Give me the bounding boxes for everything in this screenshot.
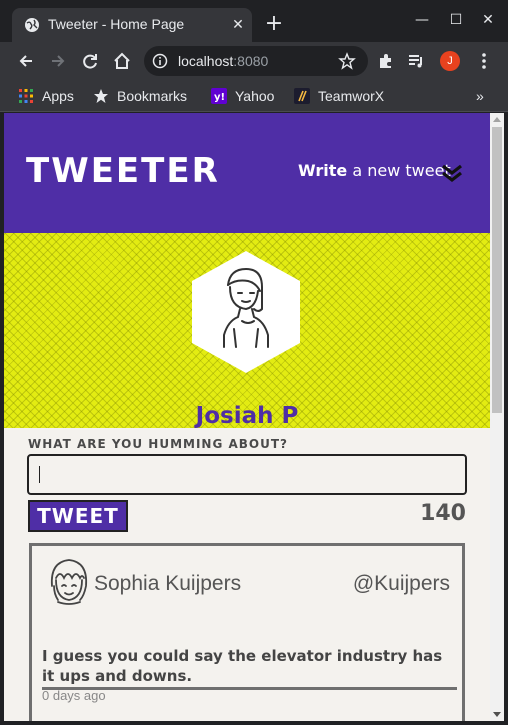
reload-icon[interactable]: [80, 51, 100, 71]
bookmark-star-icon[interactable]: [338, 52, 356, 70]
double-chevron-down-icon[interactable]: [440, 161, 464, 185]
tweeter-logo[interactable]: TWEETER: [26, 151, 220, 191]
scrollbar-thumb[interactable]: [492, 127, 502, 413]
back-arrow-icon[interactable]: [16, 51, 36, 71]
kebab-menu-icon[interactable]: [474, 51, 494, 71]
tweet-submit-button[interactable]: TWEET: [28, 500, 128, 532]
write-new-tweet-link[interactable]: Write a new tweet: [298, 161, 451, 180]
home-icon[interactable]: [112, 51, 132, 71]
browser-toolbar: localhost:8080 J: [0, 42, 508, 80]
site-header: TWEETER Write a new tweet: [4, 113, 490, 233]
profile-name: Josiah P: [195, 403, 299, 429]
tweet-timestamp: 0 days ago: [42, 688, 106, 703]
tab-strip: Tweeter - Home Page ✕ + — ☐ ✕: [0, 0, 508, 42]
forward-arrow-icon[interactable]: [48, 51, 68, 71]
bookmark-yahoo[interactable]: y! Yahoo: [211, 86, 274, 106]
profile-avatar-hexagon: [192, 251, 300, 373]
close-window-icon[interactable]: ✕: [478, 10, 498, 30]
text-caret: [39, 466, 40, 483]
close-tab-icon[interactable]: ✕: [230, 17, 246, 33]
minimize-icon[interactable]: —: [412, 10, 432, 30]
tweet-compose-input[interactable]: [27, 454, 467, 495]
bookmark-teamworx[interactable]: TeamworX: [294, 86, 384, 106]
scroll-up-arrow-icon[interactable]: [493, 117, 501, 122]
teamworx-icon: [294, 88, 310, 104]
media-queue-icon[interactable]: [406, 51, 426, 71]
profile-avatar[interactable]: J: [440, 51, 460, 71]
globe-icon: [25, 18, 39, 32]
new-tab-icon[interactable]: +: [264, 13, 284, 35]
profile-banner: Josiah P: [4, 233, 490, 429]
url-text: localhost:8080: [178, 53, 269, 69]
yahoo-icon: y!: [211, 88, 227, 104]
site-info-icon[interactable]: [152, 53, 168, 69]
bookmark-bookmarks[interactable]: Bookmarks: [93, 86, 187, 106]
tab-title: Tweeter - Home Page: [48, 16, 185, 32]
browser-window: Tweeter - Home Page ✕ + — ☐ ✕ localhost:…: [0, 0, 508, 725]
apps-grid-icon: [19, 89, 33, 103]
page-viewport: TWEETER Write a new tweet Josiah P WHAT …: [4, 113, 490, 721]
svg-text:y!: y!: [214, 92, 225, 103]
active-tab[interactable]: Tweeter - Home Page ✕: [12, 8, 252, 42]
address-bar[interactable]: localhost:8080: [144, 46, 368, 76]
bookmark-apps[interactable]: Apps: [18, 86, 74, 106]
more-bookmarks-chevron[interactable]: »: [476, 86, 484, 106]
tweet-author-handle: @Kuijpers: [352, 572, 450, 595]
tweet-author-name: Sophia Kuijpers: [94, 572, 242, 595]
bookmarks-bar: Apps Bookmarks y! Yahoo TeamworX »: [0, 80, 508, 112]
user-avatar-icon: [50, 559, 88, 605]
star-icon: [94, 89, 108, 103]
character-counter: 140: [420, 501, 466, 526]
page-scrollbar[interactable]: [490, 113, 504, 721]
scroll-down-arrow-icon[interactable]: [493, 712, 501, 717]
maximize-icon[interactable]: ☐: [446, 10, 466, 30]
extensions-puzzle-icon[interactable]: [376, 51, 396, 71]
tweet-text: I guess you could say the elevator indus…: [42, 646, 457, 690]
tweet-card: Sophia Kuijpers @Kuijpers I guess you co…: [29, 543, 465, 721]
compose-label: WHAT ARE YOU HUMMING ABOUT?: [28, 437, 289, 451]
